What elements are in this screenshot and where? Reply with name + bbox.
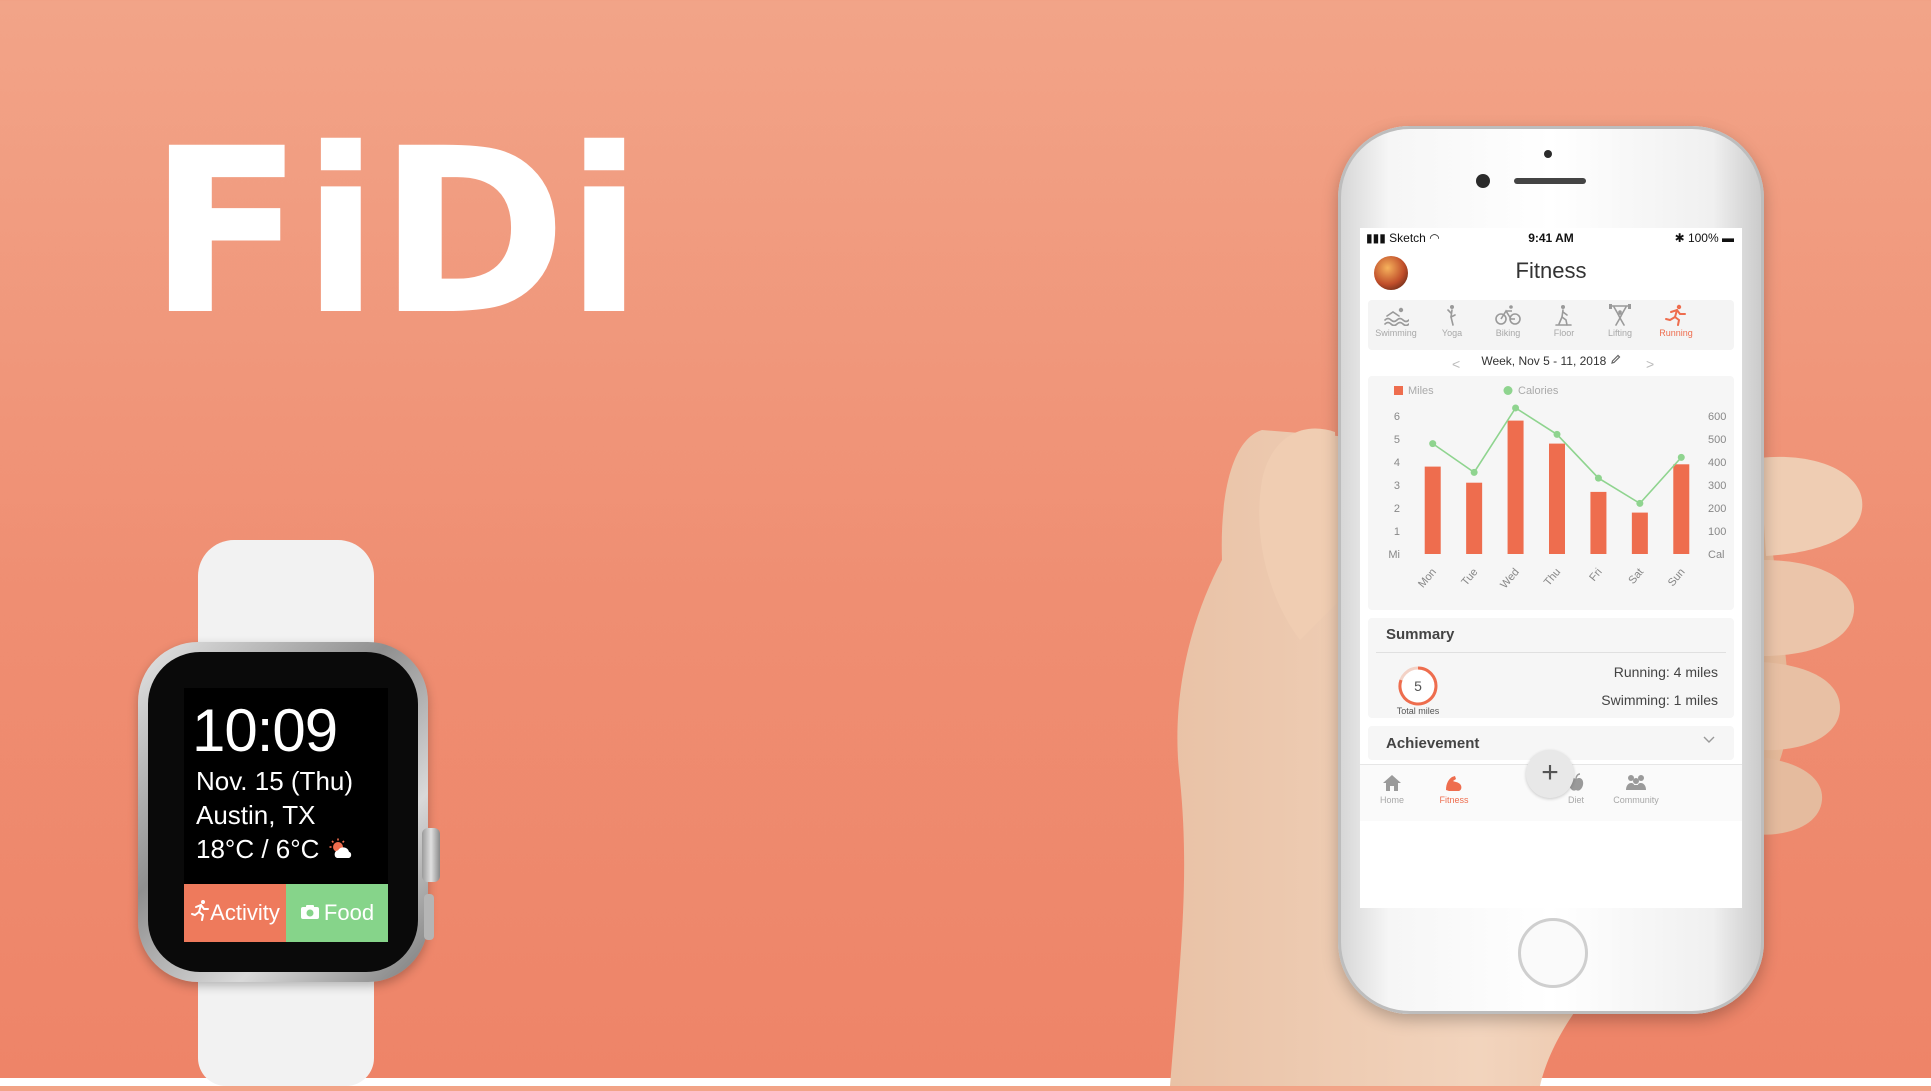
floor-icon — [1538, 304, 1590, 326]
lifting-icon — [1594, 304, 1646, 326]
tab-fitness[interactable]: Fitness — [1424, 773, 1484, 805]
left-tick-label: 1 — [1394, 526, 1400, 538]
tab-home[interactable]: Home — [1362, 773, 1422, 805]
bar-wed — [1507, 420, 1524, 554]
achievement-title: Achievement — [1386, 735, 1480, 752]
right-tick-label: 600 — [1708, 411, 1726, 423]
bluetooth-icon: ✱ — [1674, 231, 1688, 245]
bar-thu — [1549, 443, 1565, 554]
chevron-down-icon[interactable] — [1702, 732, 1716, 751]
chart-legend: Miles Calories — [1394, 385, 1559, 397]
calories-point-sat — [1636, 499, 1644, 507]
calories-point-wed — [1512, 404, 1520, 412]
week-selector[interactable]: Week, Nov 5 - 11, 2018 — [1360, 354, 1742, 374]
left-tick-label: 6 — [1394, 411, 1400, 423]
summary-title: Summary — [1386, 626, 1455, 643]
add-button[interactable]: + — [1526, 750, 1574, 798]
home-icon — [1362, 773, 1422, 793]
total-miles-label: Total miles — [1396, 706, 1440, 716]
right-tick-label: 300 — [1708, 480, 1726, 492]
legend-miles-label: Miles — [1408, 385, 1434, 397]
phone-front-camera — [1476, 174, 1490, 188]
summary-card: Summary 5 Total miles Running: 4 miles S… — [1368, 618, 1734, 718]
chart-card: Miles Calories 1 2 3 4 5 6 Mi 100 200 300 400 500 60… — [1368, 376, 1734, 610]
activity-running[interactable]: Running — [1650, 304, 1702, 338]
right-tick-label: 200 — [1708, 503, 1726, 515]
calories-point-mon — [1429, 440, 1437, 448]
week-next-button[interactable]: > — [1646, 356, 1654, 372]
calories-point-thu — [1553, 430, 1561, 438]
right-tick-label: 400 — [1708, 457, 1726, 469]
home-button[interactable] — [1518, 918, 1588, 988]
bar-series — [1424, 420, 1690, 554]
biking-icon — [1482, 304, 1534, 326]
total-miles-ring: 5 — [1396, 664, 1440, 708]
page-title: Fitness — [1515, 258, 1587, 283]
pencil-icon[interactable] — [1610, 354, 1621, 368]
right-tick-label: 100 — [1708, 526, 1726, 538]
phone-speaker — [1514, 178, 1586, 184]
swimming-icon — [1370, 304, 1422, 326]
x-tick-label: Wed — [1498, 566, 1522, 591]
bar-sun — [1673, 464, 1690, 554]
community-icon — [1606, 773, 1666, 793]
x-axis-labels: Mon Tue Wed Thu Fri Sat Sun — [1416, 566, 1688, 591]
swimming-summary: Swimming: 1 miles — [1601, 692, 1718, 708]
calories-point-tue — [1470, 468, 1478, 476]
phone-sensor — [1544, 150, 1552, 158]
bar-fri — [1590, 491, 1607, 554]
legend-calories-swatch — [1503, 386, 1513, 395]
bar-tue — [1466, 482, 1483, 554]
left-axis-unit: Mi — [1388, 549, 1400, 561]
x-tick-label: Mon — [1416, 566, 1439, 590]
legend-calories-label: Calories — [1518, 385, 1559, 397]
phone-screen: ▮▮▮ Sketch ◠ 9:41 AM ✱ 100% ▬ Fitness Sw… — [1360, 228, 1742, 908]
legend-miles-swatch — [1394, 386, 1403, 395]
right-axis-unit: Cal — [1708, 549, 1725, 561]
miles-calories-chart: Miles Calories 1 2 3 4 5 6 Mi 100 200 300 400 500 60… — [1388, 385, 1726, 591]
left-tick-label: 4 — [1394, 457, 1400, 469]
x-tick-label: Thu — [1542, 566, 1563, 588]
x-tick-label: Tue — [1459, 566, 1480, 588]
status-battery: ✱ 100% ▬ — [1674, 231, 1734, 245]
running-summary: Running: 4 miles — [1613, 664, 1718, 680]
activity-swimming[interactable]: Swimming — [1370, 304, 1422, 338]
yoga-icon — [1426, 304, 1478, 326]
activity-selector: Swimming Yoga Biking Floor Lifting Runni… — [1368, 300, 1734, 350]
total-miles-value: 5 — [1414, 678, 1422, 694]
left-tick-label: 3 — [1394, 480, 1400, 492]
x-tick-label: Fri — [1587, 566, 1604, 584]
calories-point-fri — [1594, 474, 1602, 482]
left-tick-label: 2 — [1394, 503, 1400, 515]
activity-lifting[interactable]: Lifting — [1594, 304, 1646, 338]
x-tick-label: Sat — [1626, 566, 1646, 586]
activity-floor[interactable]: Floor — [1538, 304, 1590, 338]
battery-icon: ▬ — [1722, 231, 1734, 245]
left-tick-label: 5 — [1394, 434, 1400, 446]
right-tick-label: 500 — [1708, 434, 1726, 446]
fitness-icon — [1424, 773, 1484, 793]
bar-mon — [1424, 466, 1441, 554]
left-axis: 1 2 3 4 5 6 Mi — [1388, 411, 1400, 561]
right-axis: 100 200 300 400 500 600 Cal — [1708, 411, 1726, 561]
bar-sat — [1631, 512, 1648, 554]
smartphone: ▮▮▮ Sketch ◠ 9:41 AM ✱ 100% ▬ Fitness Sw… — [1338, 126, 1764, 1014]
calories-point-sun — [1677, 453, 1685, 461]
activity-biking[interactable]: Biking — [1482, 304, 1534, 338]
running-icon — [1650, 304, 1702, 326]
activity-yoga[interactable]: Yoga — [1426, 304, 1478, 338]
week-label: Week, Nov 5 - 11, 2018 — [1481, 354, 1607, 368]
x-tick-label: Sun — [1666, 566, 1688, 589]
tab-community[interactable]: Community — [1606, 773, 1666, 805]
summary-divider — [1376, 652, 1726, 653]
status-bar: ▮▮▮ Sketch ◠ 9:41 AM ✱ 100% ▬ — [1360, 228, 1742, 248]
